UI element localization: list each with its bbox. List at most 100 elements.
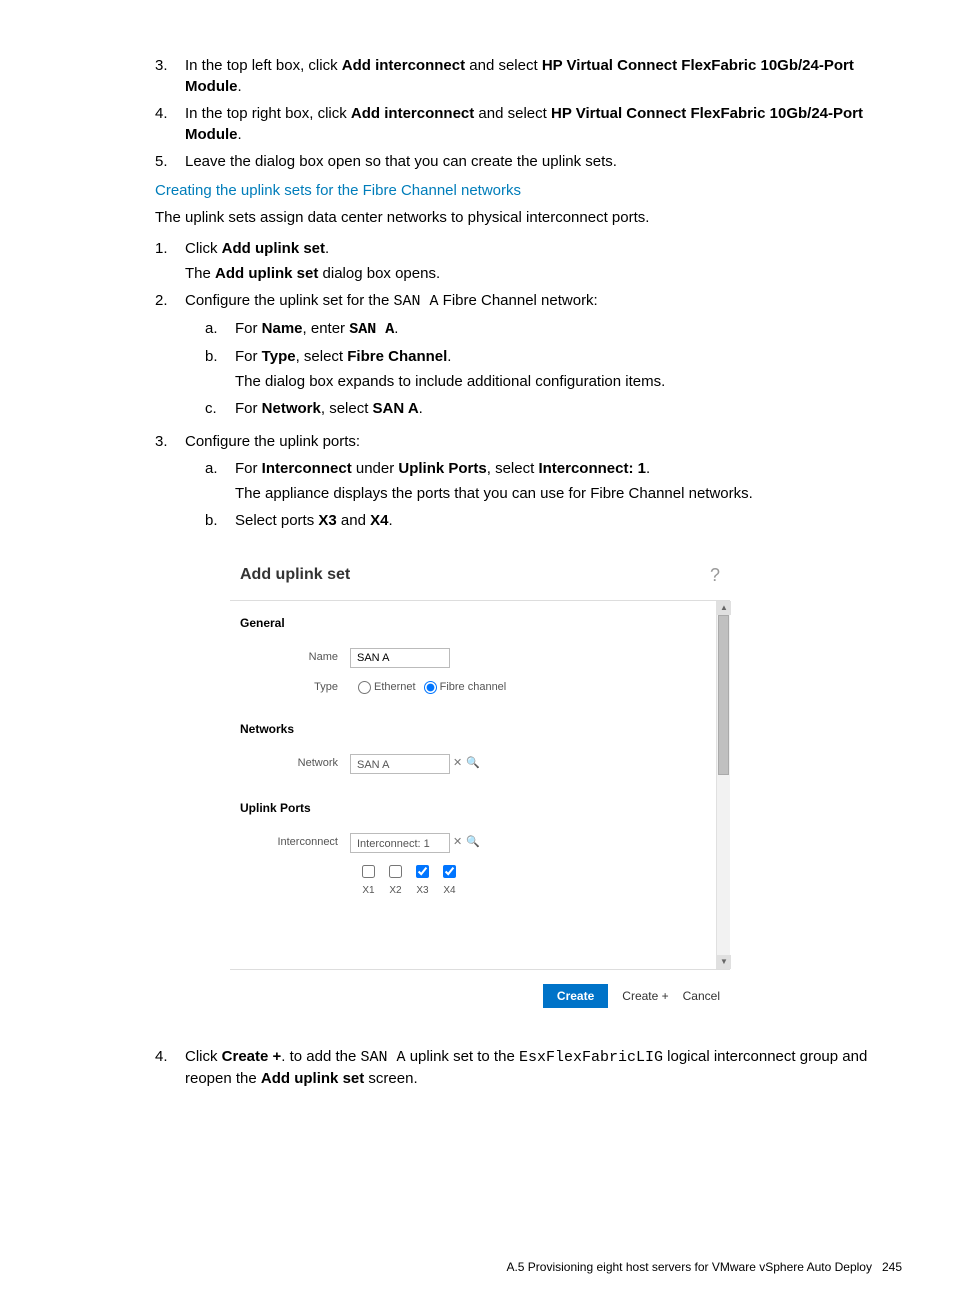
bold: Add interconnect bbox=[342, 57, 465, 74]
text: For bbox=[235, 400, 262, 417]
bold: X3 bbox=[318, 512, 336, 529]
label-interconnect: Interconnect bbox=[230, 835, 350, 850]
bold: X4 bbox=[370, 512, 388, 529]
scroll-thumb[interactable] bbox=[718, 615, 729, 775]
page-footer: A.5 Provisioning eight host servers for … bbox=[50, 1259, 904, 1276]
step-index: 3. bbox=[155, 431, 185, 537]
port-label: X4 bbox=[443, 885, 455, 896]
label-network: Network bbox=[230, 756, 350, 771]
footer-text: A.5 Provisioning eight host servers for … bbox=[506, 1260, 872, 1274]
text: under bbox=[352, 460, 399, 477]
text: Click bbox=[185, 1048, 222, 1065]
steps-b-cont: 4. Click Create +. to add the SAN A upli… bbox=[155, 1046, 904, 1089]
intro-text: The uplink sets assign data center netwo… bbox=[155, 207, 904, 228]
port-label: X1 bbox=[362, 885, 374, 896]
text: Configure the uplink set for the bbox=[185, 292, 393, 309]
clear-icon[interactable]: ✕ bbox=[453, 756, 462, 771]
subtext: The dialog box expands to include additi… bbox=[235, 371, 904, 392]
text: . bbox=[325, 240, 329, 257]
step-index: 4. bbox=[155, 103, 185, 145]
bold: Add uplink set bbox=[215, 265, 318, 282]
text: In the top left box, click bbox=[185, 57, 342, 74]
text: and select bbox=[474, 105, 551, 122]
search-icon[interactable]: 🔍 bbox=[466, 835, 480, 850]
step-content: Configure the uplink ports: a. For Inter… bbox=[185, 431, 904, 537]
text: The bbox=[185, 265, 215, 282]
bold: Add interconnect bbox=[351, 105, 474, 122]
mono: SAN A bbox=[393, 293, 438, 310]
step-content: In the top left box, click Add interconn… bbox=[185, 55, 904, 97]
scroll-down-icon[interactable]: ▼ bbox=[717, 955, 731, 969]
step-index: 1. bbox=[155, 238, 185, 284]
text: screen. bbox=[364, 1070, 417, 1087]
dialog-title: Add uplink set bbox=[240, 564, 350, 586]
radio-label: Ethernet bbox=[374, 680, 416, 695]
bold: Name bbox=[262, 320, 303, 337]
network-combo[interactable]: SAN A bbox=[350, 754, 450, 774]
mono: EsxFlexFabricLIG bbox=[519, 1049, 663, 1066]
text: uplink set to the bbox=[406, 1048, 519, 1065]
subtext: The appliance displays the ports that yo… bbox=[235, 483, 904, 504]
substep-content: For Interconnect under Uplink Ports, sel… bbox=[235, 458, 904, 504]
step-content: Configure the uplink set for the SAN A F… bbox=[185, 290, 904, 425]
steps-a: 3. In the top left box, click Add interc… bbox=[155, 55, 904, 172]
cancel-button[interactable]: Cancel bbox=[683, 984, 720, 1008]
steps-b: 1. Click Add uplink set. The Add uplink … bbox=[155, 238, 904, 537]
text: , enter bbox=[303, 320, 350, 337]
text: . bbox=[419, 400, 423, 417]
port-x4-checkbox[interactable] bbox=[443, 865, 456, 878]
port-label: X2 bbox=[389, 885, 401, 896]
step-content: In the top right box, click Add intercon… bbox=[185, 103, 904, 145]
add-uplink-set-dialog: Add uplink set ? ▲ ▼ General Name Type E… bbox=[230, 557, 730, 1016]
bold: Fibre Channel bbox=[347, 348, 447, 365]
bold: Add uplink set bbox=[222, 240, 325, 257]
port-x1-checkbox[interactable] bbox=[362, 865, 375, 878]
substep-index: a. bbox=[205, 458, 235, 504]
port-x3-checkbox[interactable] bbox=[416, 865, 429, 878]
text: . bbox=[447, 348, 451, 365]
clear-icon[interactable]: ✕ bbox=[453, 835, 462, 850]
text: and bbox=[337, 512, 370, 529]
step-index: 4. bbox=[155, 1046, 185, 1089]
substep-content: For Name, enter SAN A. bbox=[235, 318, 904, 340]
section-networks: Networks bbox=[230, 707, 730, 748]
text: For bbox=[235, 460, 262, 477]
section-heading: Creating the uplink sets for the Fibre C… bbox=[155, 180, 904, 201]
create-button[interactable]: Create bbox=[543, 984, 608, 1008]
section-general: General bbox=[230, 601, 730, 642]
step-index: 2. bbox=[155, 290, 185, 425]
text: dialog box opens. bbox=[318, 265, 440, 282]
port-x2-checkbox[interactable] bbox=[389, 865, 402, 878]
substep-content: For Network, select SAN A. bbox=[235, 398, 904, 419]
text: Fibre Channel network: bbox=[438, 292, 597, 309]
text: For bbox=[235, 348, 262, 365]
text: For bbox=[235, 320, 262, 337]
step-content: Click Create +. to add the SAN A uplink … bbox=[185, 1046, 904, 1089]
substep-index: b. bbox=[205, 346, 235, 392]
substep-content: For Type, select Fibre Channel. The dial… bbox=[235, 346, 904, 392]
text: . bbox=[646, 460, 650, 477]
create-plus-button[interactable]: Create + bbox=[622, 984, 668, 1008]
text: . bbox=[388, 512, 392, 529]
port-label: X3 bbox=[416, 885, 428, 896]
search-icon[interactable]: 🔍 bbox=[466, 756, 480, 771]
step-index: 5. bbox=[155, 151, 185, 172]
type-ethernet-radio[interactable] bbox=[358, 681, 371, 694]
substep-index: c. bbox=[205, 398, 235, 419]
type-fibrechannel-radio[interactable] bbox=[424, 681, 437, 694]
scrollbar[interactable]: ▲ ▼ bbox=[716, 601, 730, 969]
scroll-up-icon[interactable]: ▲ bbox=[717, 601, 731, 615]
text: . bbox=[394, 320, 398, 337]
text: , select bbox=[321, 400, 373, 417]
name-input[interactable] bbox=[350, 648, 450, 668]
text: . to add the bbox=[281, 1048, 360, 1065]
substep-index: a. bbox=[205, 318, 235, 340]
step-content: Click Add uplink set. The Add uplink set… bbox=[185, 238, 904, 284]
text: , select bbox=[296, 348, 348, 365]
text: . bbox=[238, 126, 242, 143]
help-icon[interactable]: ? bbox=[710, 563, 720, 588]
page-number: 245 bbox=[882, 1260, 902, 1274]
bold: Add uplink set bbox=[261, 1070, 364, 1087]
interconnect-combo[interactable]: Interconnect: 1 bbox=[350, 833, 450, 853]
section-uplink: Uplink Ports bbox=[230, 786, 730, 827]
